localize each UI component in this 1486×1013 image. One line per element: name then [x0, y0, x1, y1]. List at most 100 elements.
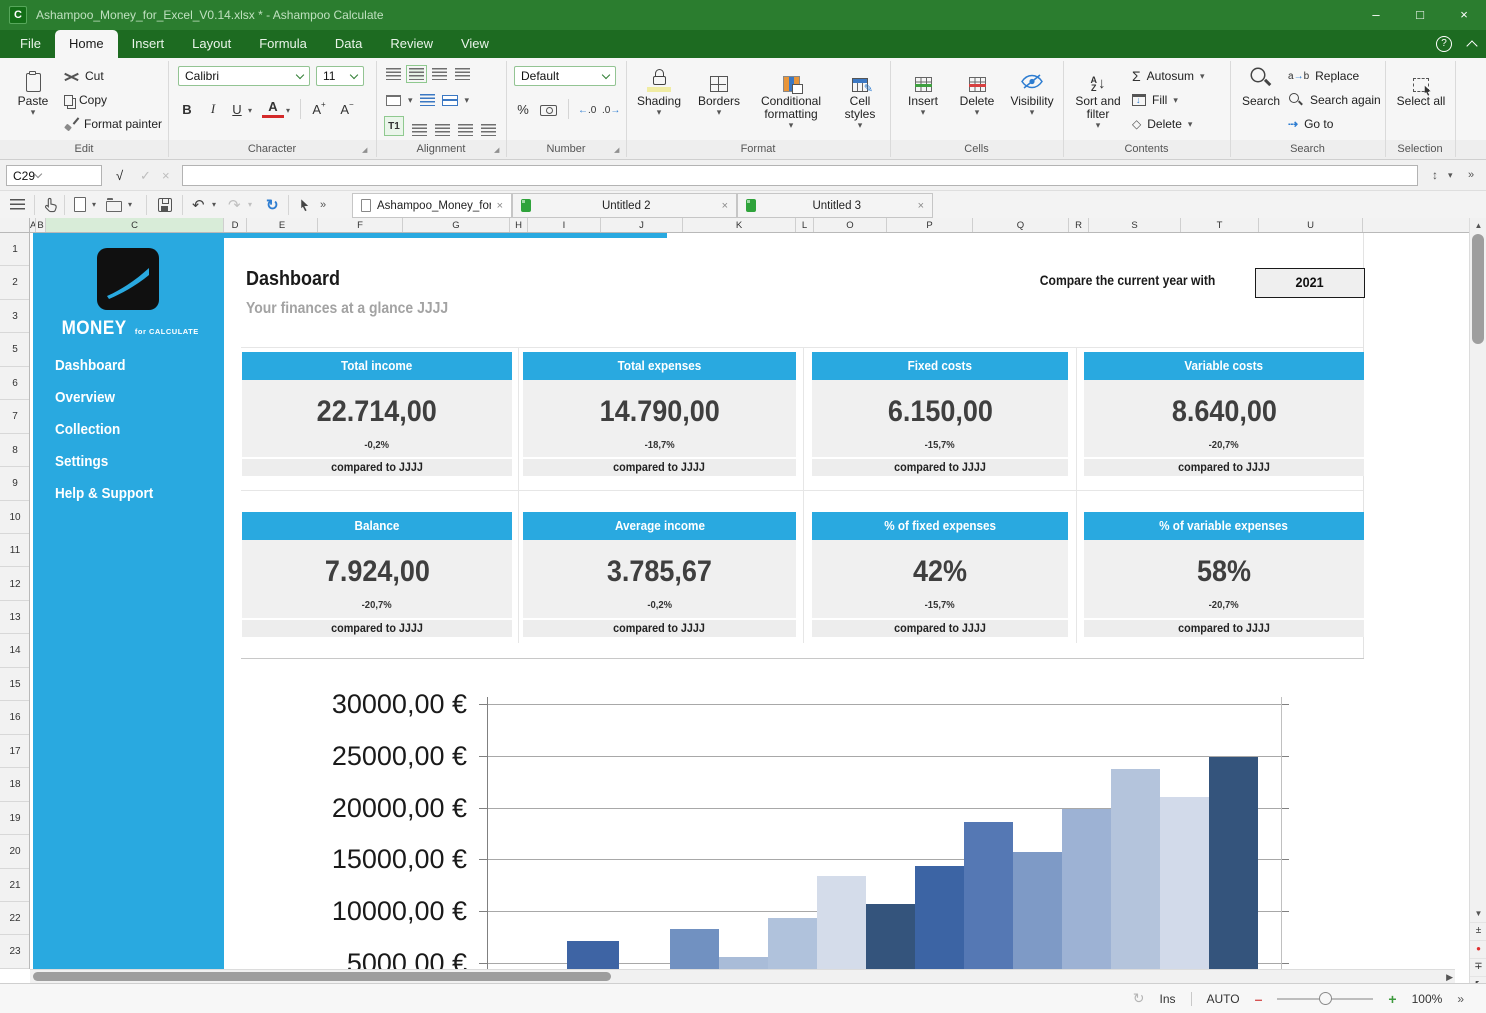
save-icon[interactable]: [158, 195, 172, 214]
underline-button[interactable]: U: [226, 98, 248, 120]
group-expander-icon[interactable]: ◢: [614, 146, 619, 154]
menu-tab-view[interactable]: View: [447, 30, 503, 58]
chevron-down-icon[interactable]: ▾: [465, 96, 470, 105]
menu-tab-review[interactable]: Review: [376, 30, 447, 58]
row-header-23[interactable]: 23: [0, 935, 30, 968]
select-all-button[interactable]: Select all: [1392, 64, 1450, 108]
align-center-icon[interactable]: [435, 124, 450, 136]
align-left-icon[interactable]: [412, 124, 427, 136]
column-header-K[interactable]: K: [683, 218, 796, 233]
more-tools-icon[interactable]: »: [320, 195, 326, 214]
column-header-T[interactable]: T: [1181, 218, 1259, 233]
shrink-to-fit-icon[interactable]: T1: [384, 116, 404, 136]
search-again-button[interactable]: Search again: [1288, 90, 1381, 110]
fill-button[interactable]: Fill ▾: [1132, 90, 1178, 110]
menu-tab-insert[interactable]: Insert: [118, 30, 179, 58]
remove-decimal-button[interactable]: .0→: [602, 100, 620, 120]
maximize-icon[interactable]: □: [1398, 0, 1442, 30]
column-header-H[interactable]: H: [510, 218, 528, 233]
row-header-12[interactable]: 12: [0, 568, 30, 601]
row-header-5[interactable]: 5: [0, 333, 30, 366]
shrink-font-button[interactable]: A−: [336, 98, 358, 120]
chevron-down-icon[interactable]: ▾: [212, 195, 216, 214]
menu-list-icon[interactable]: [10, 195, 25, 214]
menu-tab-file[interactable]: File: [6, 30, 55, 58]
redo-icon[interactable]: ↷: [228, 195, 241, 214]
row-header-1[interactable]: 1: [0, 233, 30, 266]
function-icon[interactable]: √: [116, 165, 123, 186]
align-right-icon[interactable]: [458, 124, 473, 136]
row-header-19[interactable]: 19: [0, 802, 30, 835]
row-header-17[interactable]: 17: [0, 735, 30, 768]
insert-cells-button[interactable]: Insert ▾: [898, 64, 948, 117]
italic-button[interactable]: I: [202, 98, 224, 120]
row-header-6[interactable]: 6: [0, 367, 30, 400]
vertical-scrollbar[interactable]: ▲ ▼ ± ● ∓ ↖: [1469, 218, 1486, 1013]
sidebar-item-collection[interactable]: Collection: [55, 421, 128, 441]
column-header-F[interactable]: F: [318, 218, 403, 233]
group-expander-icon[interactable]: ◢: [362, 146, 367, 154]
sheet-tab-3[interactable]: Untitled 3×: [737, 193, 933, 218]
column-header-L[interactable]: L: [796, 218, 814, 233]
currency-format-button[interactable]: [540, 100, 557, 120]
column-header-P[interactable]: P: [887, 218, 973, 233]
dashboard-chart[interactable]: 30000,00 €25000,00 €20000,00 €15000,00 €…: [241, 658, 1364, 969]
resize-formula-bar-icon[interactable]: ↕: [1432, 165, 1438, 186]
column-header-E[interactable]: E: [247, 218, 318, 233]
row-header-3[interactable]: 3: [0, 300, 30, 333]
row-header-10[interactable]: 10: [0, 501, 30, 534]
row-header-11[interactable]: 11: [0, 534, 30, 567]
chevron-down-icon[interactable]: ▾: [286, 106, 290, 115]
minimize-icon[interactable]: –: [1354, 0, 1398, 30]
font-color-button[interactable]: A: [262, 98, 284, 118]
undo-icon[interactable]: ↶: [192, 195, 205, 214]
row-header-16[interactable]: 16: [0, 701, 30, 734]
column-header-B[interactable]: B: [36, 218, 46, 233]
wrap-text-icon[interactable]: [420, 94, 435, 106]
bold-button[interactable]: B: [176, 98, 198, 120]
column-header-Q[interactable]: Q: [973, 218, 1069, 233]
record-marker-icon[interactable]: ●: [1470, 940, 1486, 957]
vertical-scrollbar-thumb[interactable]: [1472, 234, 1484, 344]
row-header-14[interactable]: 14: [0, 634, 30, 667]
font-size-select[interactable]: 11: [316, 66, 364, 86]
delete-contents-button[interactable]: ◇ Delete ▾: [1132, 114, 1192, 134]
zoom-level[interactable]: 100%: [1412, 992, 1443, 1006]
new-document-icon[interactable]: [74, 195, 86, 214]
visibility-button[interactable]: Visibility ▾: [1004, 64, 1060, 117]
more-options-icon[interactable]: »: [1468, 165, 1474, 186]
sort-and-filter-button[interactable]: AZ↓ Sort and filter ▾: [1070, 64, 1126, 130]
zoom-slider-thumb[interactable]: [1319, 992, 1332, 1005]
row-header-18[interactable]: 18: [0, 768, 30, 801]
menu-tab-data[interactable]: Data: [321, 30, 376, 58]
chevron-down-icon[interactable]: ▾: [408, 96, 413, 105]
search-button[interactable]: Search: [1238, 64, 1284, 108]
tab-close-icon[interactable]: ×: [918, 200, 924, 212]
cell-border-icon[interactable]: [386, 95, 401, 106]
sheet-tab-1[interactable]: Ashampoo_Money_for_E...×: [352, 193, 512, 218]
refresh-status-icon[interactable]: ↻: [1133, 990, 1145, 1007]
column-header-O[interactable]: O: [814, 218, 887, 233]
calc-mode[interactable]: AUTO: [1207, 992, 1240, 1006]
sidebar-item-dashboard[interactable]: Dashboard: [55, 357, 133, 377]
column-header-G[interactable]: G: [403, 218, 510, 233]
horizontal-scrollbar-thumb[interactable]: [33, 972, 611, 981]
row-header-20[interactable]: 20: [0, 835, 30, 868]
justify-vertical-icon[interactable]: [455, 68, 470, 80]
format-painter-button[interactable]: Format painter: [64, 114, 162, 134]
copy-button[interactable]: Copy: [64, 90, 107, 110]
column-header-D[interactable]: D: [224, 218, 247, 233]
justify-icon[interactable]: [481, 124, 496, 136]
status-more-icon[interactable]: »: [1457, 992, 1464, 1006]
menu-tab-home[interactable]: Home: [55, 30, 118, 58]
formula-input[interactable]: [182, 165, 1418, 186]
row-header-21[interactable]: 21: [0, 869, 30, 902]
align-bottom-icon[interactable]: [432, 68, 447, 80]
add-decimal-button[interactable]: ←.0: [578, 100, 596, 120]
borders-button[interactable]: Borders ▾: [692, 64, 746, 117]
go-to-button[interactable]: ⇢ Go to: [1288, 114, 1333, 134]
row-header-7[interactable]: 7: [0, 400, 30, 433]
accept-icon[interactable]: ✓: [140, 165, 151, 186]
align-top-icon[interactable]: [386, 68, 401, 80]
cancel-icon[interactable]: ×: [162, 165, 170, 186]
